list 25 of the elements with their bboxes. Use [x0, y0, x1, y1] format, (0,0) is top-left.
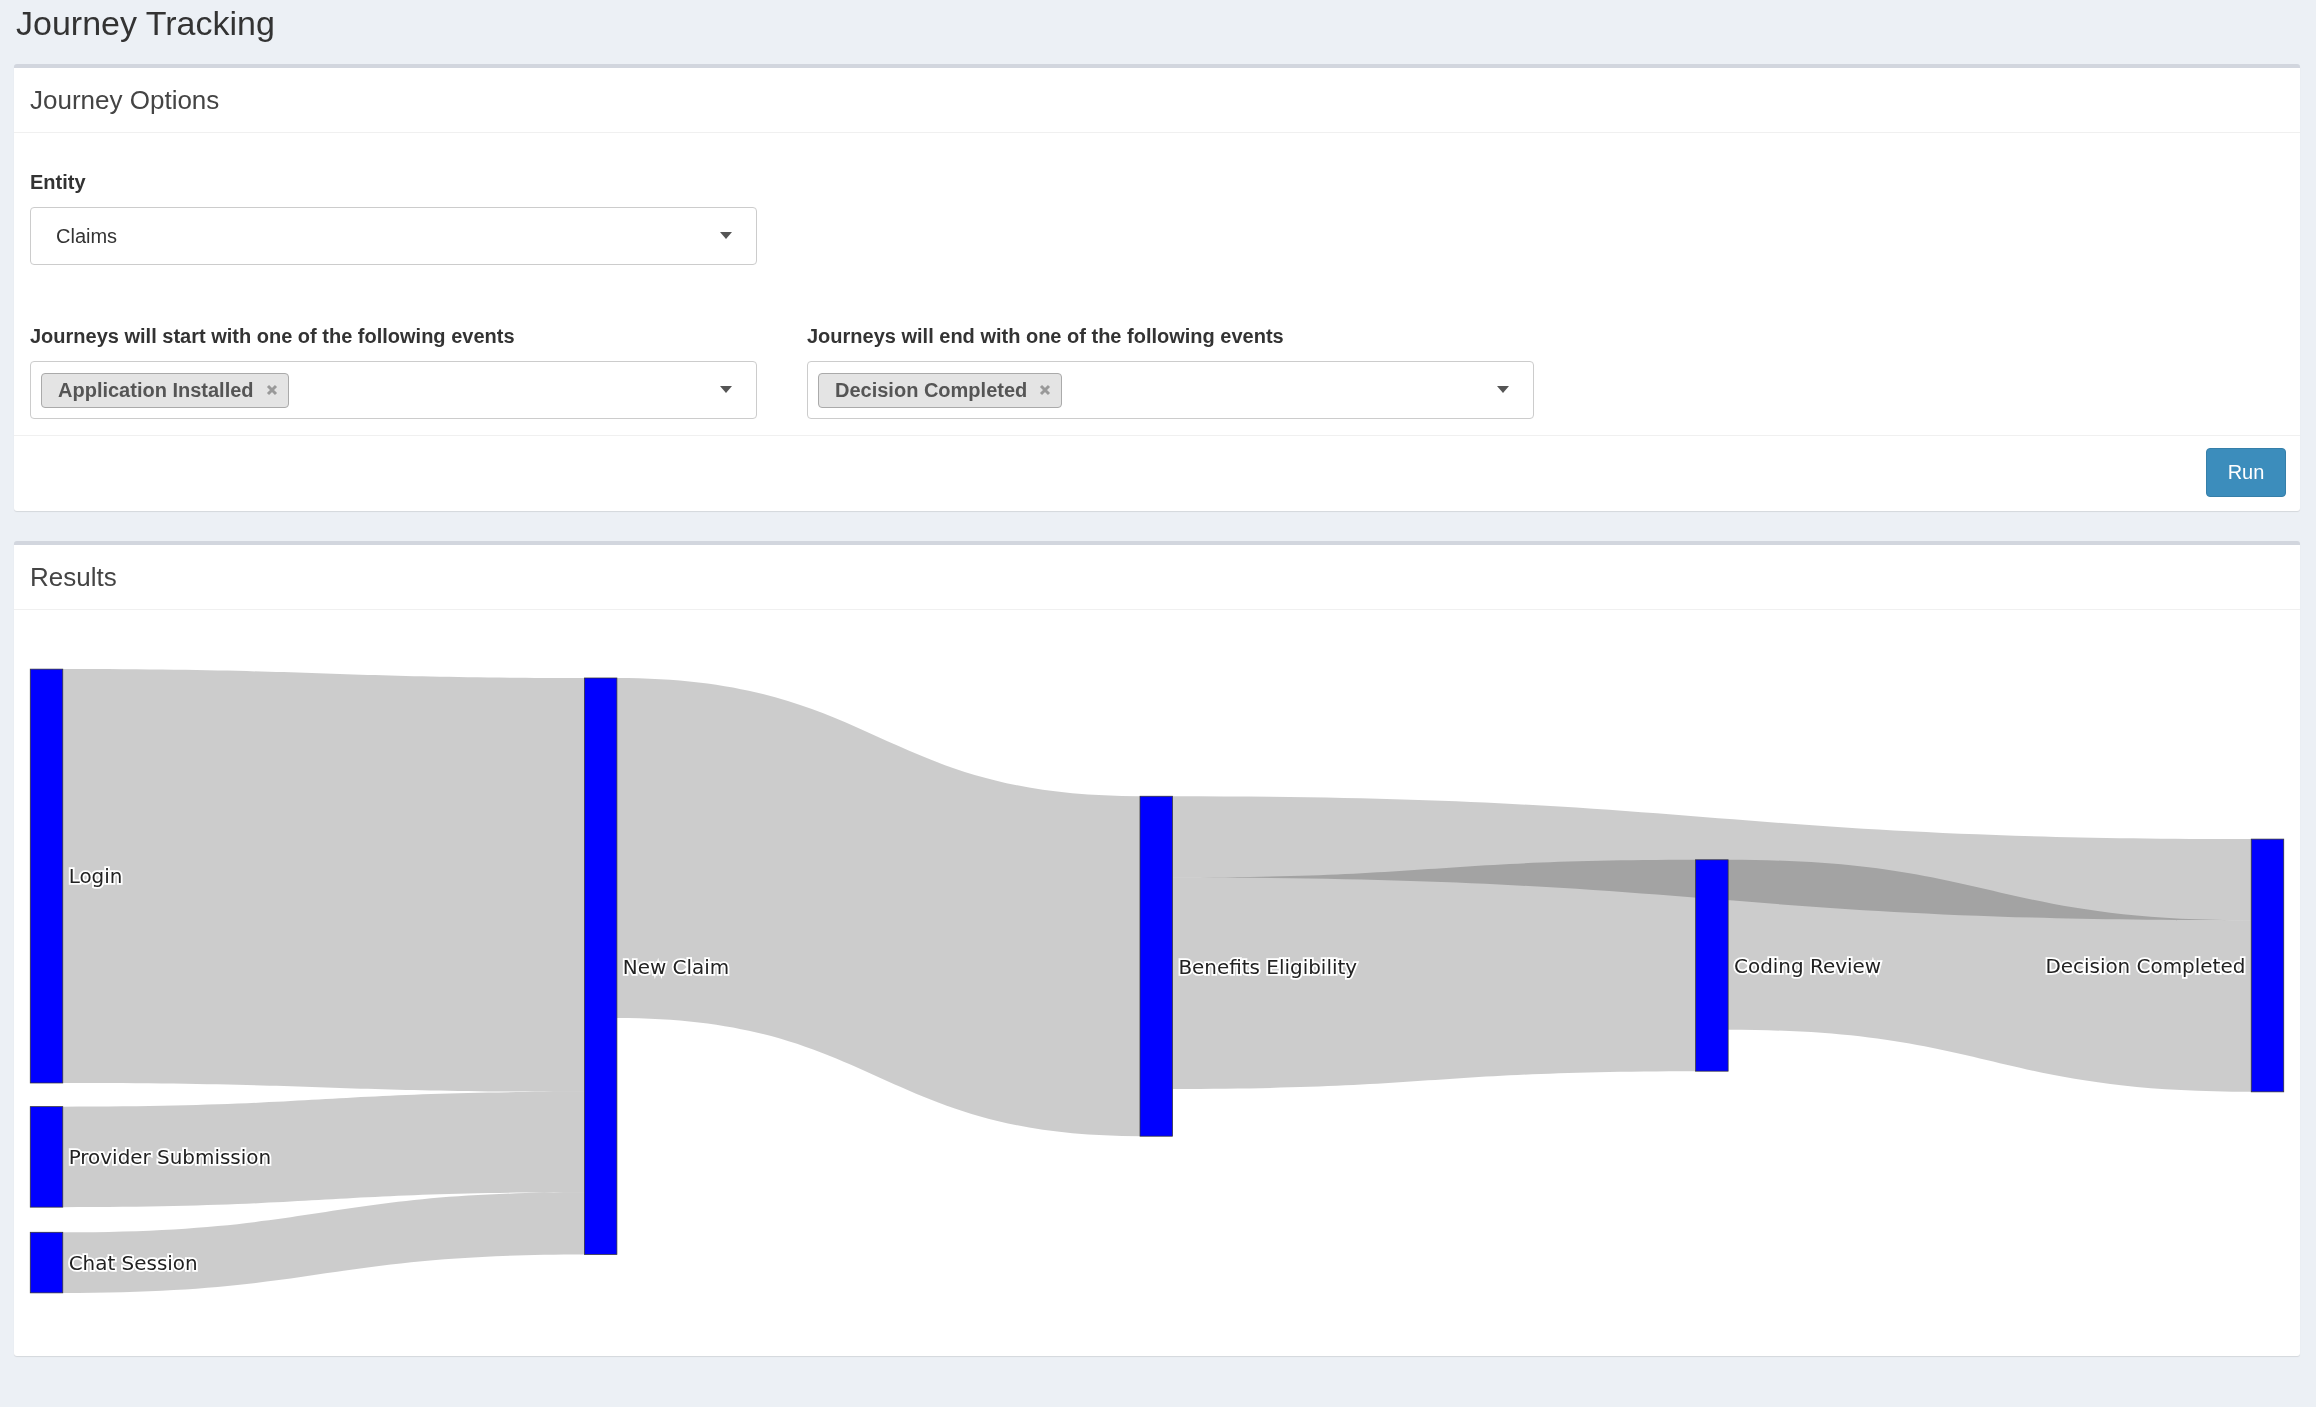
remove-icon[interactable] [1039, 384, 1052, 396]
node-label: Provider Submission [68, 1145, 272, 1170]
entity-select[interactable]: Claims [30, 207, 757, 265]
event-tag: Application Installed [41, 372, 289, 408]
field-label: Journeys will end with one of the following events [807, 325, 1285, 348]
node-label: New Claim [622, 954, 730, 979]
remove-icon[interactable] [265, 384, 278, 396]
panel-title: Journey Options [30, 84, 220, 116]
node-label: Chat Session [68, 1250, 198, 1275]
field-label: Entity [30, 171, 87, 194]
field-label: Journeys will start with one of the following events [30, 325, 516, 348]
event-tag: Decision Completed [818, 372, 1063, 408]
node-label: Login [68, 864, 123, 889]
event-select[interactable]: Decision Completed [807, 361, 1534, 419]
dropdown-caret-icon [720, 232, 732, 240]
node-label: Decision Completed [2045, 953, 2246, 978]
node-label: Benefits Eligibility [1178, 954, 1358, 979]
run-button[interactable]: Run [2206, 448, 2286, 497]
dropdown-caret-icon [1497, 386, 1509, 394]
dropdown-caret-icon [720, 386, 732, 394]
panel-title: Results [30, 561, 117, 593]
page-title: Journey Tracking [15, 3, 276, 44]
flow-node [29, 1231, 64, 1294]
node-label: Coding Review [1734, 953, 1882, 978]
event-select[interactable]: Application Installed [30, 361, 757, 419]
